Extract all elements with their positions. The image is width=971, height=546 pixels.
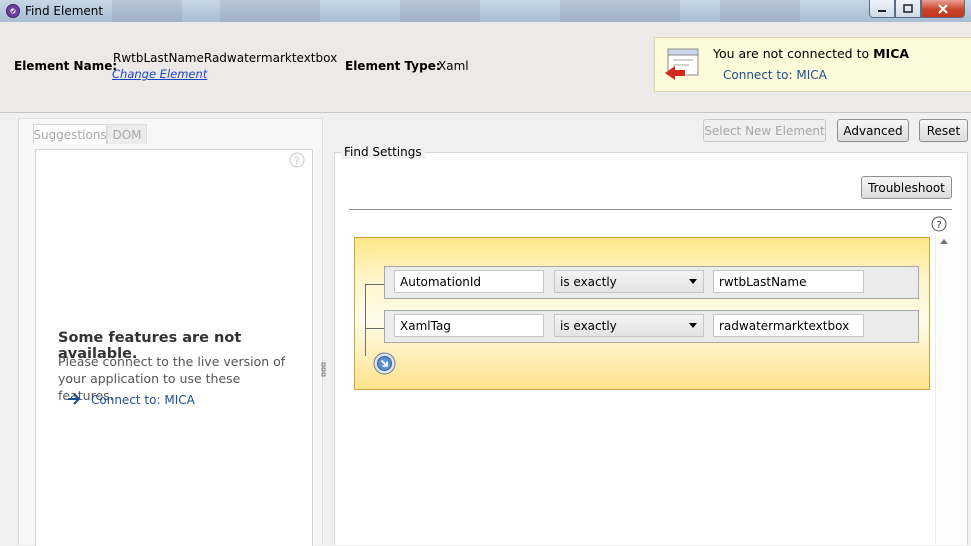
element-type-label: Element Type: bbox=[345, 59, 441, 73]
reset-button[interactable]: Reset bbox=[919, 119, 968, 142]
minimize-icon bbox=[878, 9, 886, 12]
element-name-label: Element Name: bbox=[14, 59, 118, 73]
close-button[interactable] bbox=[921, 0, 965, 18]
attribute-input[interactable]: AutomationId bbox=[394, 270, 544, 293]
find-settings-legend: Find Settings bbox=[341, 145, 425, 159]
scroll-up-icon[interactable] bbox=[939, 237, 949, 245]
splitter-grip-icon[interactable] bbox=[321, 362, 327, 378]
change-element-link[interactable]: Change Element bbox=[112, 67, 207, 81]
tree-connector bbox=[366, 328, 384, 329]
background-blur bbox=[112, 0, 182, 22]
background-blur bbox=[560, 0, 680, 22]
panel-connect-mica-link[interactable]: Connect to: MICA bbox=[91, 393, 195, 407]
svg-text:?: ? bbox=[936, 220, 941, 231]
maximize-icon bbox=[903, 4, 913, 13]
help-icon[interactable]: ? bbox=[931, 216, 947, 232]
advanced-button[interactable]: Advanced bbox=[837, 119, 909, 142]
svg-text:?: ? bbox=[294, 156, 299, 167]
add-filter-icon[interactable] bbox=[373, 352, 396, 375]
troubleshoot-button[interactable]: Troubleshoot bbox=[861, 176, 952, 199]
value-input[interactable]: radwatermarktextbox bbox=[713, 314, 864, 337]
element-type-value: Xaml bbox=[438, 59, 469, 73]
maximize-button[interactable] bbox=[895, 0, 921, 18]
tree-connector bbox=[365, 284, 366, 356]
help-icon[interactable]: ? bbox=[289, 152, 305, 168]
chevron-down-icon bbox=[689, 323, 697, 328]
tab-dom[interactable]: DOM bbox=[107, 124, 147, 144]
mica-notice-prefix: You are not connected to bbox=[713, 46, 874, 61]
arrow-right-icon bbox=[68, 393, 81, 405]
value-input[interactable]: rwtbLastName bbox=[713, 270, 864, 293]
background-blur bbox=[400, 0, 480, 22]
minimize-button[interactable] bbox=[869, 0, 895, 18]
attribute-input[interactable]: XamlTag bbox=[394, 314, 544, 337]
select-new-element-button[interactable]: Select New Element bbox=[703, 119, 826, 142]
app-gear-icon bbox=[6, 4, 20, 18]
window-title: Find Element bbox=[25, 4, 104, 18]
operator-select[interactable]: is exactly bbox=[554, 314, 704, 337]
suggestions-panel: Suggestions DOM ? Some features are not … bbox=[18, 118, 323, 546]
tab-suggestions[interactable]: Suggestions bbox=[33, 124, 107, 144]
divider bbox=[349, 209, 952, 210]
mica-notice-text: You are not connected to MICA bbox=[713, 46, 909, 61]
background-blur bbox=[220, 0, 320, 22]
window-controls bbox=[869, 0, 965, 18]
element-name-value: RwtbLastNameRadwatermarktextbox bbox=[113, 51, 338, 65]
connect-mica-link[interactable]: Connect to: MICA bbox=[723, 68, 827, 82]
operator-value: is exactly bbox=[560, 318, 617, 333]
operator-select[interactable]: is exactly bbox=[554, 270, 704, 293]
tree-connector bbox=[366, 284, 384, 285]
background-blur bbox=[720, 0, 800, 22]
disconnected-window-icon bbox=[665, 48, 699, 80]
vertical-scrollbar[interactable] bbox=[935, 235, 953, 544]
mica-notice-bold: MICA bbox=[873, 46, 910, 61]
mica-connection-notice: You are not connected to MICA Connect to… bbox=[654, 37, 971, 92]
operator-value: is exactly bbox=[560, 274, 617, 289]
title-bar: Find Element bbox=[0, 0, 971, 22]
close-icon bbox=[938, 3, 948, 14]
chevron-down-icon bbox=[689, 279, 697, 284]
